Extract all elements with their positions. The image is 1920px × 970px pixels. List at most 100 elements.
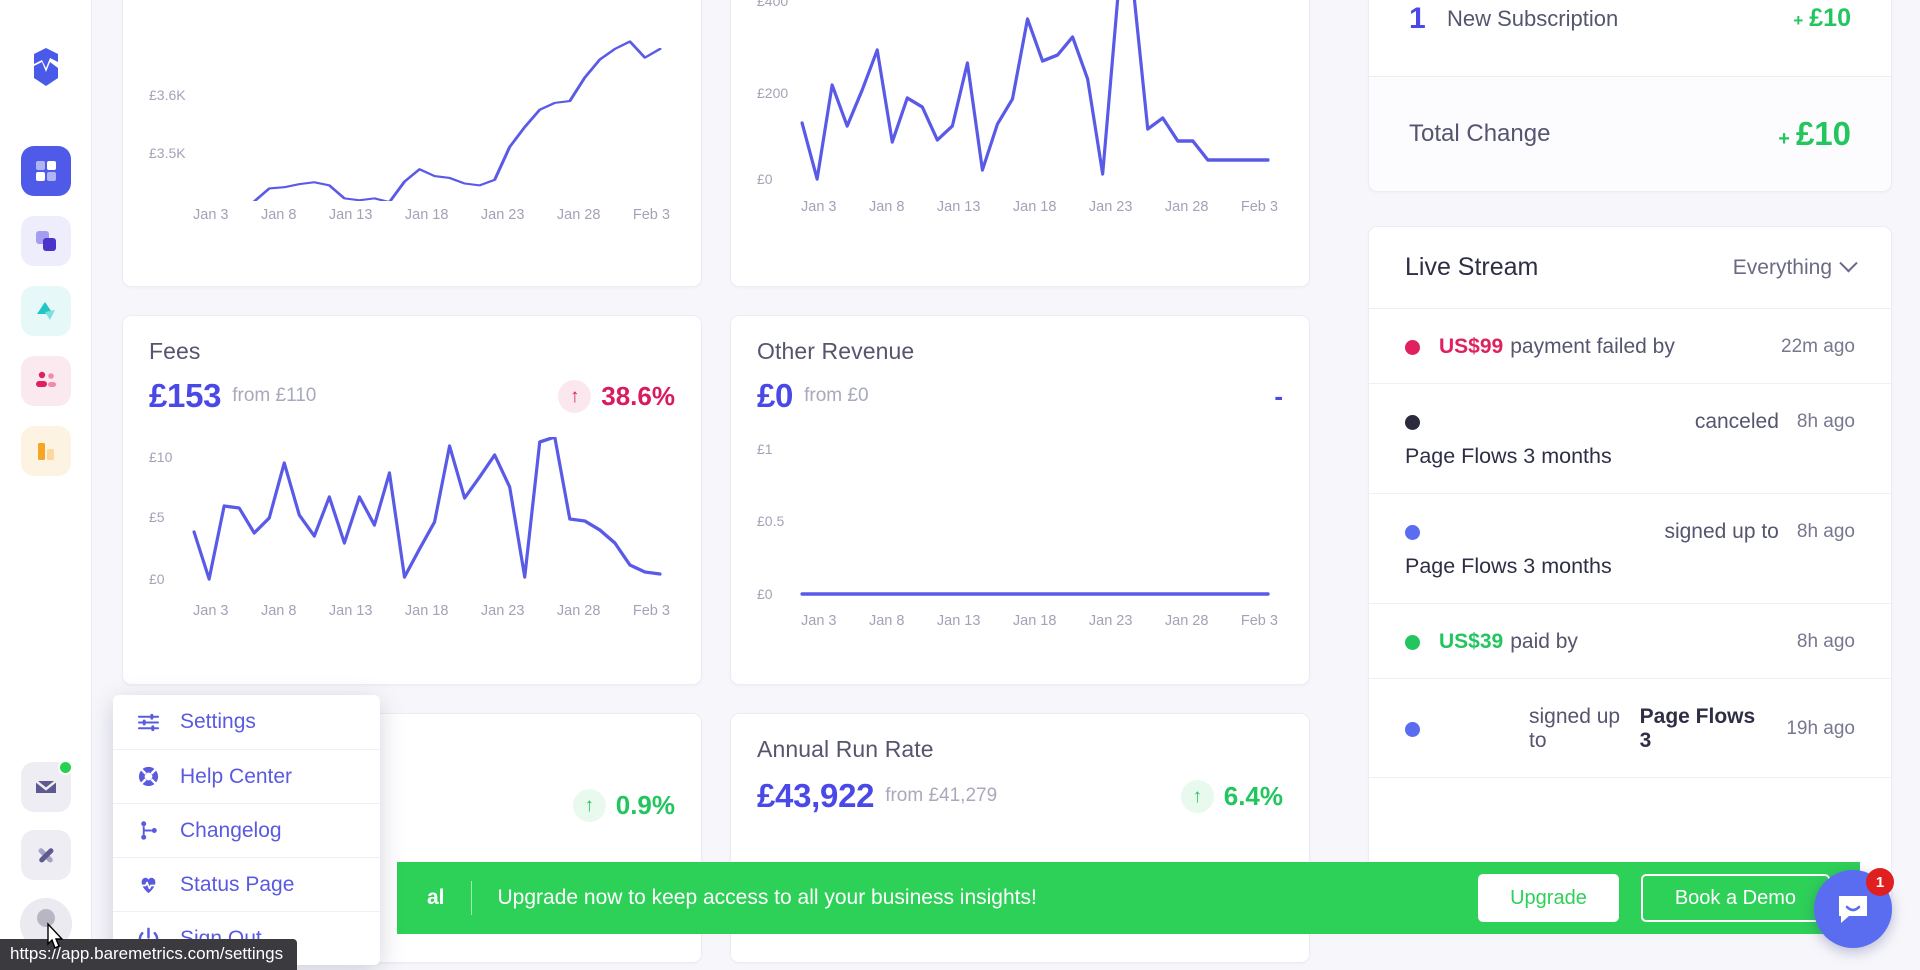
menu-item-label: Changelog [180, 819, 282, 843]
sidebar-item-forecast[interactable] [21, 286, 71, 336]
menu-item-settings[interactable]: Settings [113, 695, 380, 749]
menu-item-label: Help Center [180, 765, 292, 789]
fees-xtick: Jan 8 [261, 603, 296, 619]
nr-ytick-1: £200 [757, 85, 788, 101]
mrr-xaxis: Jan 3 Jan 8 Jan 13 Jan 18 Jan 23 Jan 28 … [149, 201, 675, 223]
fees-xaxis: Jan 3 Jan 8 Jan 13 Jan 18 Jan 23 Jan 28 … [149, 597, 675, 619]
live-stream-filter[interactable]: Everything [1733, 256, 1855, 280]
list-item[interactable]: canceled 8h ago Page Flows 3 months [1369, 384, 1891, 494]
nr-xtick: Feb 3 [1241, 199, 1278, 215]
summary-panel: 1 New Subscription + £10 Total Change + … [1368, 0, 1892, 192]
other-revenue-xaxis: Jan 3 Jan 8 Jan 13 Jan 18 Jan 23 Jan 28 … [757, 607, 1283, 629]
event-text: signed up to [1529, 705, 1640, 753]
mrr-xtick: Jan 13 [329, 207, 373, 223]
card-title: Other Revenue [757, 338, 1283, 365]
menu-item-help-center[interactable]: Help Center [113, 749, 380, 803]
other-revenue-stats: £0 from £0 - [757, 377, 1283, 415]
tools-icon[interactable] [21, 830, 71, 880]
sidebar-nav [21, 146, 71, 476]
nr-ytick-0: £0 [757, 171, 773, 187]
left-sidebar [0, 0, 92, 970]
sidebar-item-reports[interactable] [21, 426, 71, 476]
list-item[interactable]: signed up to Page Flows 3 19h ago [1369, 679, 1891, 778]
orev-xtick: Jan 23 [1089, 613, 1133, 629]
inbox-unread-badge [58, 760, 73, 775]
list-item[interactable]: signed up to 8h ago Page Flows 3 months [1369, 494, 1891, 604]
sidebar-item-customers[interactable] [21, 356, 71, 406]
book-a-demo-button[interactable]: Book a Demo [1641, 874, 1830, 922]
total-change-amount: + £10 [1778, 115, 1851, 153]
event-detail: Page Flows 3 months [1405, 554, 1855, 579]
menu-item-status-page[interactable]: Status Page [113, 857, 380, 911]
event-time: 8h ago [1779, 411, 1855, 433]
mrr-xtick: Jan 3 [193, 207, 228, 223]
orev-xtick: Jan 28 [1165, 613, 1209, 629]
list-item[interactable]: US$99 payment failed by 22m ago [1369, 309, 1891, 384]
orev-xtick: Jan 3 [801, 613, 836, 629]
fees-xtick: Jan 3 [193, 603, 228, 619]
mrr-xtick: Jan 8 [261, 207, 296, 223]
event-time: 8h ago [1779, 521, 1855, 543]
card-title: Fees [149, 338, 675, 365]
fees-xtick: Feb 3 [633, 603, 670, 619]
mrr-ytick-1: £3.6K [149, 87, 186, 103]
orev-xtick: Jan 13 [937, 613, 981, 629]
mouse-cursor [42, 922, 68, 957]
forecast-icon [33, 298, 59, 324]
inbox-icon[interactable] [21, 762, 71, 812]
card-other-revenue: Other Revenue £0 from £0 - £1 £0.5 £0 [730, 315, 1310, 685]
mrr-ytick-0: £3.5K [149, 145, 186, 161]
new-revenue-chartbox: £400 £200 £0 Jan 3 Jan 8 Jan 13 Jan 18 J… [757, 0, 1283, 215]
summary-row-new-subscription: 1 New Subscription + £10 [1369, 0, 1891, 76]
mrr-xtick: Jan 18 [405, 207, 449, 223]
new-subscription-label: New Subscription [1447, 6, 1618, 32]
baremetrics-logo[interactable] [20, 42, 72, 94]
live-stream-header: Live Stream Everything [1369, 227, 1891, 309]
dashboard-page: £3.6K £3.5K Jan 3 Jan 8 Jan 13 Jan 18 Ja… [0, 0, 1920, 970]
per-user-delta: ↑ 0.9% [573, 789, 675, 822]
per-user-delta-value: 0.9% [616, 790, 675, 821]
sidebar-item-segments[interactable] [21, 216, 71, 266]
fees-ytick-1: £5 [149, 509, 165, 525]
event-detail: Page Flows 3 [1640, 705, 1769, 753]
event-text: paid by [1510, 630, 1578, 654]
intercom-chat-button[interactable]: 1 [1814, 870, 1892, 948]
other-revenue-line-chart [757, 437, 1283, 607]
branch-icon [137, 819, 160, 842]
fees-xtick: Jan 18 [405, 603, 449, 619]
sidebar-item-dashboard[interactable] [21, 146, 71, 196]
nr-xtick: Jan 23 [1089, 199, 1133, 215]
arr-from: from £41,279 [885, 785, 997, 807]
card-fees: Fees £153 from £110 ↑ 38.6% £10 £5 £0 [122, 315, 702, 685]
card-title: Annual Run Rate [757, 736, 1283, 763]
upgrade-button[interactable]: Upgrade [1478, 874, 1619, 922]
banner-trial-label: al [427, 886, 445, 910]
dashboard-icon [33, 158, 59, 184]
status-dot [1405, 525, 1420, 540]
nr-ytick-2: £400 [757, 0, 788, 9]
arrow-up-icon: ↑ [558, 380, 591, 413]
fees-xtick: Jan 28 [557, 603, 601, 619]
list-item[interactable]: US$39 paid by 8h ago [1369, 604, 1891, 679]
orev-ytick-2: £1 [757, 441, 773, 457]
menu-item-label: Settings [180, 710, 256, 734]
sliders-icon [137, 711, 160, 734]
event-time: 8h ago [1779, 631, 1855, 653]
nr-xtick: Jan 13 [937, 199, 981, 215]
other-revenue-value: £0 [757, 377, 793, 415]
fees-xtick: Jan 23 [481, 603, 525, 619]
mrr-xtick: Jan 23 [481, 207, 525, 223]
card-mrr: £3.6K £3.5K Jan 3 Jan 8 Jan 13 Jan 18 Ja… [122, 0, 702, 287]
mrr-chartbox: £3.6K £3.5K Jan 3 Jan 8 Jan 13 Jan 18 Ja… [149, 11, 675, 223]
other-revenue-from: from £0 [804, 385, 868, 407]
new-revenue-xaxis: Jan 3 Jan 8 Jan 13 Jan 18 Jan 23 Jan 28 … [757, 193, 1283, 215]
orev-xtick: Jan 18 [1013, 613, 1057, 629]
orev-ytick-0: £0 [757, 586, 773, 602]
fees-xtick: Jan 13 [329, 603, 373, 619]
banner-buttons: Upgrade Book a Demo [1478, 874, 1830, 922]
orev-xtick: Jan 8 [869, 613, 904, 629]
arr-delta-value: 6.4% [1224, 781, 1283, 812]
menu-item-changelog[interactable]: Changelog [113, 803, 380, 857]
nr-xtick: Jan 3 [801, 199, 836, 215]
live-stream-filter-label: Everything [1733, 256, 1832, 280]
